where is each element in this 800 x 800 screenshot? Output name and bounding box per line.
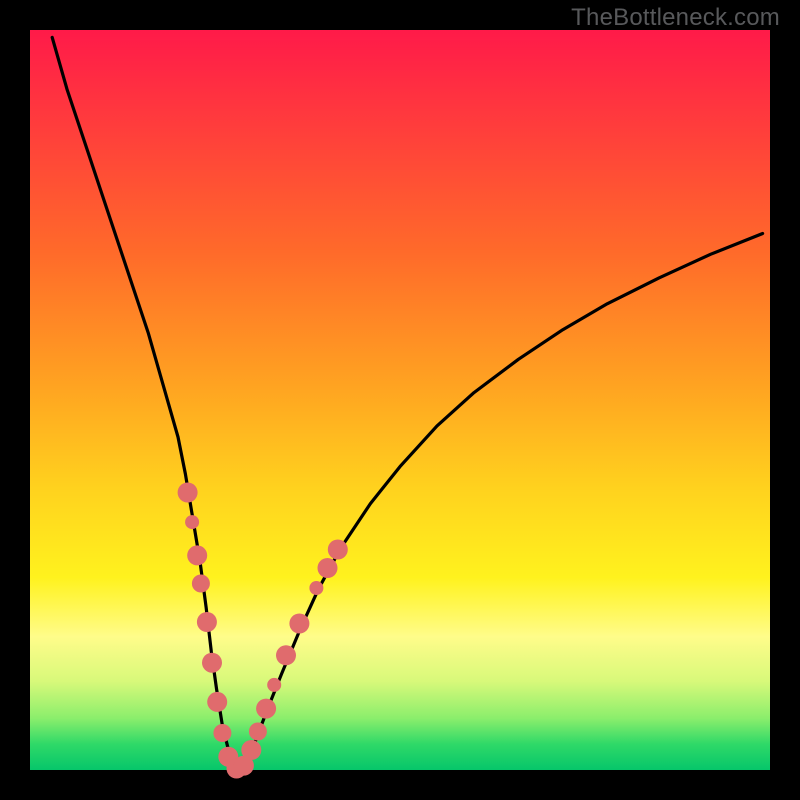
- watermark-text: TheBottleneck.com: [571, 4, 780, 32]
- chart-frame: TheBottleneck.com: [0, 0, 800, 800]
- highlight-dot: [197, 612, 217, 632]
- highlight-dot: [185, 515, 199, 529]
- chart-canvas: [0, 0, 800, 800]
- highlight-dot: [256, 699, 276, 719]
- highlight-dot: [213, 724, 231, 742]
- highlight-dot: [276, 645, 296, 665]
- highlight-dot: [178, 483, 198, 503]
- highlight-dot: [187, 545, 207, 565]
- highlight-dot: [241, 740, 261, 760]
- highlight-dot: [207, 692, 227, 712]
- highlight-dot: [318, 558, 338, 578]
- highlight-dot: [249, 723, 267, 741]
- highlight-dot: [309, 581, 323, 595]
- highlight-dot: [202, 653, 222, 673]
- highlight-dot: [267, 678, 281, 692]
- highlight-dot: [328, 540, 348, 560]
- highlight-dot: [192, 575, 210, 593]
- plot-background: [30, 30, 770, 770]
- highlight-dot: [289, 614, 309, 634]
